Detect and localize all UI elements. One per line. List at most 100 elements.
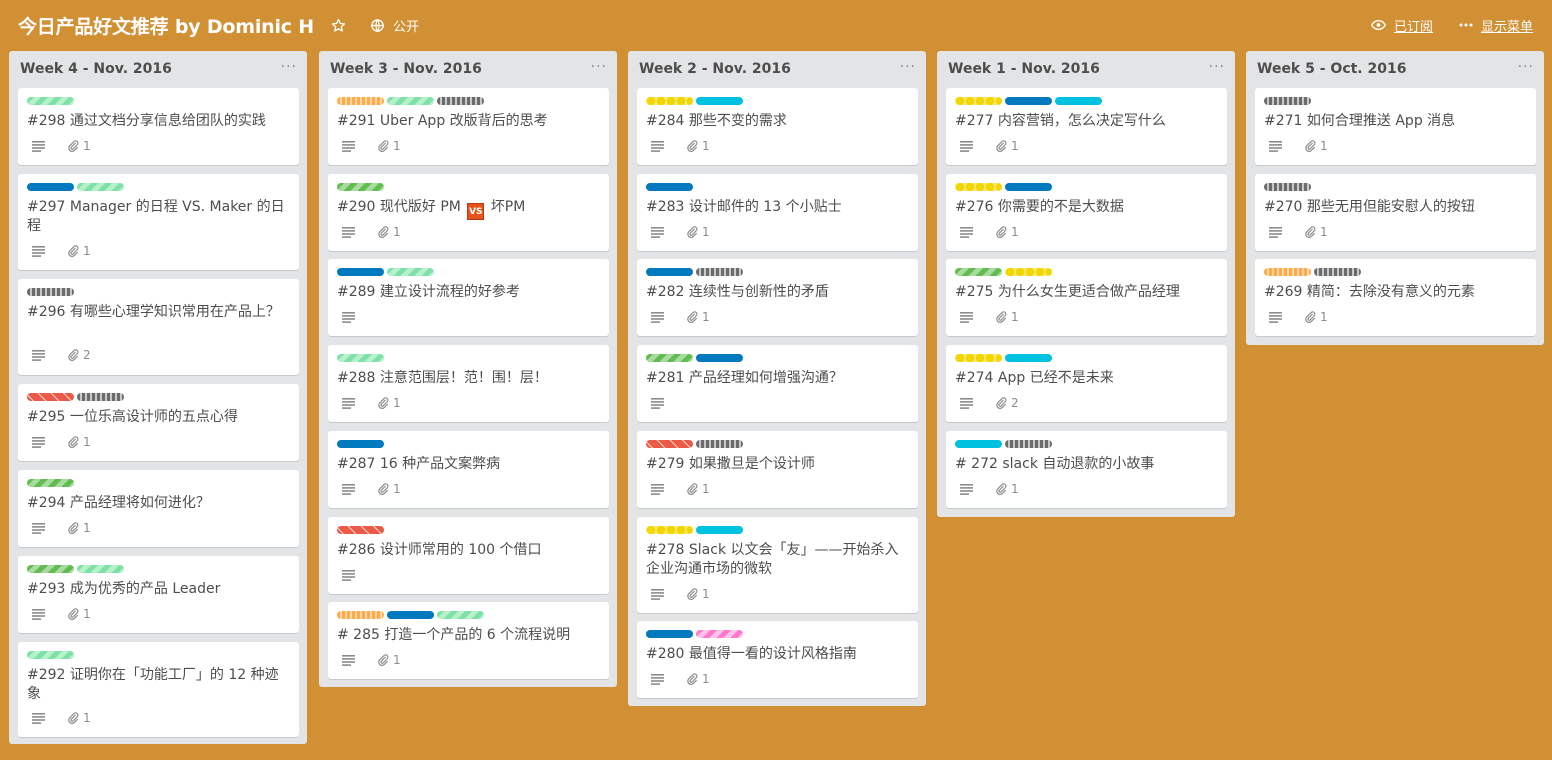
attachment-badge: 1 <box>686 225 710 239</box>
list-card[interactable]: #293 成为优秀的产品 Leader 1 <box>18 556 299 633</box>
list-card[interactable]: #297 Manager 的日程 VS. Maker 的日程 1 <box>18 174 299 270</box>
card-badges: 1 <box>651 139 710 153</box>
paperclip-icon <box>686 588 698 600</box>
list-card[interactable]: #290 现代版好 PM VS 坏PM 1 <box>328 174 609 251</box>
label-dark-green <box>337 183 384 191</box>
card-badges: 1 <box>32 139 91 153</box>
label-blue <box>1005 183 1052 191</box>
list-card[interactable]: #292 证明你在「功能工厂」的 12 种迹象 1 <box>18 642 299 737</box>
card-labels <box>27 288 74 296</box>
description-icon <box>651 226 664 238</box>
list-card[interactable]: #287 16 种产品文案弊病 1 <box>328 431 609 508</box>
label-gray <box>1005 440 1052 448</box>
card-badges: 1 <box>32 244 91 258</box>
attachment-count: 1 <box>393 139 401 153</box>
card-badges: 1 <box>342 139 401 153</box>
attachment-badge: 1 <box>377 482 401 496</box>
label-gray <box>1264 97 1311 105</box>
description-icon <box>651 397 664 409</box>
card-badges: 1 <box>651 225 710 239</box>
eye-icon <box>1371 19 1386 31</box>
card-title: #275 为什么女生更适合做产品经理 <box>955 284 1180 300</box>
card-title: #279 如果撒旦是个设计师 <box>646 456 815 472</box>
list-card[interactable]: #298 通过文档分享信息给团队的实践 1 <box>18 88 299 165</box>
attachment-count: 1 <box>83 521 91 535</box>
list-card[interactable]: #271 如何合理推送 App 消息 1 <box>1255 88 1536 165</box>
list-card[interactable]: #282 连续性与创新性的矛盾 1 <box>637 259 918 336</box>
paperclip-icon <box>67 436 79 448</box>
description-icon <box>651 673 664 685</box>
subscribed-button[interactable]: 已订阅 <box>1371 14 1433 36</box>
list-card[interactable]: #278 Slack 以文会「友」——开始杀入企业沟通市场的微软 1 <box>637 517 918 613</box>
list-card[interactable]: #286 设计师常用的 100 个借口 <box>328 517 609 594</box>
card-title: #287 16 种产品文案弊病 <box>337 456 501 472</box>
attachment-count: 1 <box>83 435 91 449</box>
list-card[interactable]: #274 App 已经不是未来 2 <box>946 345 1227 422</box>
list-card[interactable]: #275 为什么女生更适合做产品经理 1 <box>946 259 1227 336</box>
list-title[interactable]: Week 1 - Nov. 2016 <box>948 61 1100 77</box>
list-card[interactable]: #269 精简：去除没有意义的元素 1 <box>1255 259 1536 336</box>
list-title[interactable]: Week 3 - Nov. 2016 <box>330 61 482 77</box>
card-badges: 1 <box>651 587 710 601</box>
paperclip-icon <box>67 522 79 534</box>
list-card[interactable]: #279 如果撒旦是个设计师 1 <box>637 431 918 508</box>
visibility-button[interactable]: 公开 <box>370 14 419 36</box>
attachment-badge: 1 <box>67 521 91 535</box>
list-menu-button[interactable]: ··· <box>900 59 916 75</box>
label-yellow <box>955 97 1002 105</box>
vs-emoji: VS <box>467 203 485 220</box>
list-card[interactable]: #291 Uber App 改版背后的思考 1 <box>328 88 609 165</box>
list-card[interactable]: #289 建立设计流程的好参考 <box>328 259 609 336</box>
card-title: #298 通过文档分享信息给团队的实践 <box>27 113 266 129</box>
list-card[interactable]: # 285 打造一个产品的 6 个流程说明 1 <box>328 602 609 679</box>
card-labels <box>646 354 743 362</box>
label-green <box>387 268 434 276</box>
list-menu-button[interactable]: ··· <box>591 59 607 75</box>
label-gray <box>27 288 74 296</box>
card-labels <box>337 611 484 619</box>
list-card[interactable]: #270 那些无用但能安慰人的按钮 1 <box>1255 174 1536 251</box>
attachment-badge: 1 <box>67 244 91 258</box>
list-title[interactable]: Week 5 - Oct. 2016 <box>1257 61 1406 77</box>
label-dark-green <box>646 354 693 362</box>
list-menu-button[interactable]: ··· <box>281 59 297 75</box>
card-badges: 1 <box>32 607 91 621</box>
list-card[interactable]: #280 最值得一看的设计风格指南 1 <box>637 621 918 698</box>
list-card[interactable]: #288 注意范围层！范！围！层！ 1 <box>328 345 609 422</box>
list-card[interactable]: #294 产品经理将如何进化？ 1 <box>18 470 299 547</box>
attachment-count: 1 <box>702 139 710 153</box>
board-title[interactable]: 今日产品好文推荐 by Dominic H <box>18 12 314 39</box>
list-card[interactable]: # 272 slack 自动退款的小故事 1 <box>946 431 1227 508</box>
list-title[interactable]: Week 4 - Nov. 2016 <box>20 61 172 77</box>
show-menu-button[interactable]: 显示菜单 <box>1459 14 1533 36</box>
label-gray <box>1314 268 1361 276</box>
list-card[interactable]: #277 内容营销，怎么决定写什么 1 <box>946 88 1227 165</box>
list-card[interactable]: #296 有哪些心理学知识常用在产品上？ 2 <box>18 279 299 375</box>
list-card[interactable]: #295 一位乐高设计师的五点心得 1 <box>18 384 299 461</box>
label-cyan <box>696 526 743 534</box>
label-blue <box>1005 97 1052 105</box>
description-icon <box>960 483 973 495</box>
card-title: # 272 slack 自动退款的小故事 <box>955 456 1155 472</box>
description-icon <box>32 712 45 724</box>
attachment-badge: 1 <box>686 482 710 496</box>
list-card[interactable]: #281 产品经理如何增强沟通？ <box>637 345 918 422</box>
list-menu-button[interactable]: ··· <box>1518 59 1534 75</box>
list-week-2: Week 2 - Nov. 2016 ··· #284 那些不变的需求 1 #2… <box>628 51 926 706</box>
list-card[interactable]: #283 设计邮件的 13 个小贴士 1 <box>637 174 918 251</box>
list-card[interactable]: #284 那些不变的需求 1 <box>637 88 918 165</box>
list-title[interactable]: Week 2 - Nov. 2016 <box>639 61 791 77</box>
attachment-count: 1 <box>83 711 91 725</box>
list-menu-button[interactable]: ··· <box>1209 59 1225 75</box>
attachment-badge: 1 <box>377 139 401 153</box>
label-blue <box>646 268 693 276</box>
visibility-label: 公开 <box>393 19 420 35</box>
card-title: #280 最值得一看的设计风格指南 <box>646 646 857 662</box>
description-icon <box>651 483 664 495</box>
card-badges: 1 <box>32 435 91 449</box>
star-button[interactable] <box>331 14 346 36</box>
label-blue <box>387 611 434 619</box>
globe-icon <box>370 18 385 33</box>
list-week-5: Week 5 - Oct. 2016 ··· #271 如何合理推送 App 消… <box>1246 51 1544 345</box>
list-card[interactable]: #276 你需要的不是大数据 1 <box>946 174 1227 251</box>
